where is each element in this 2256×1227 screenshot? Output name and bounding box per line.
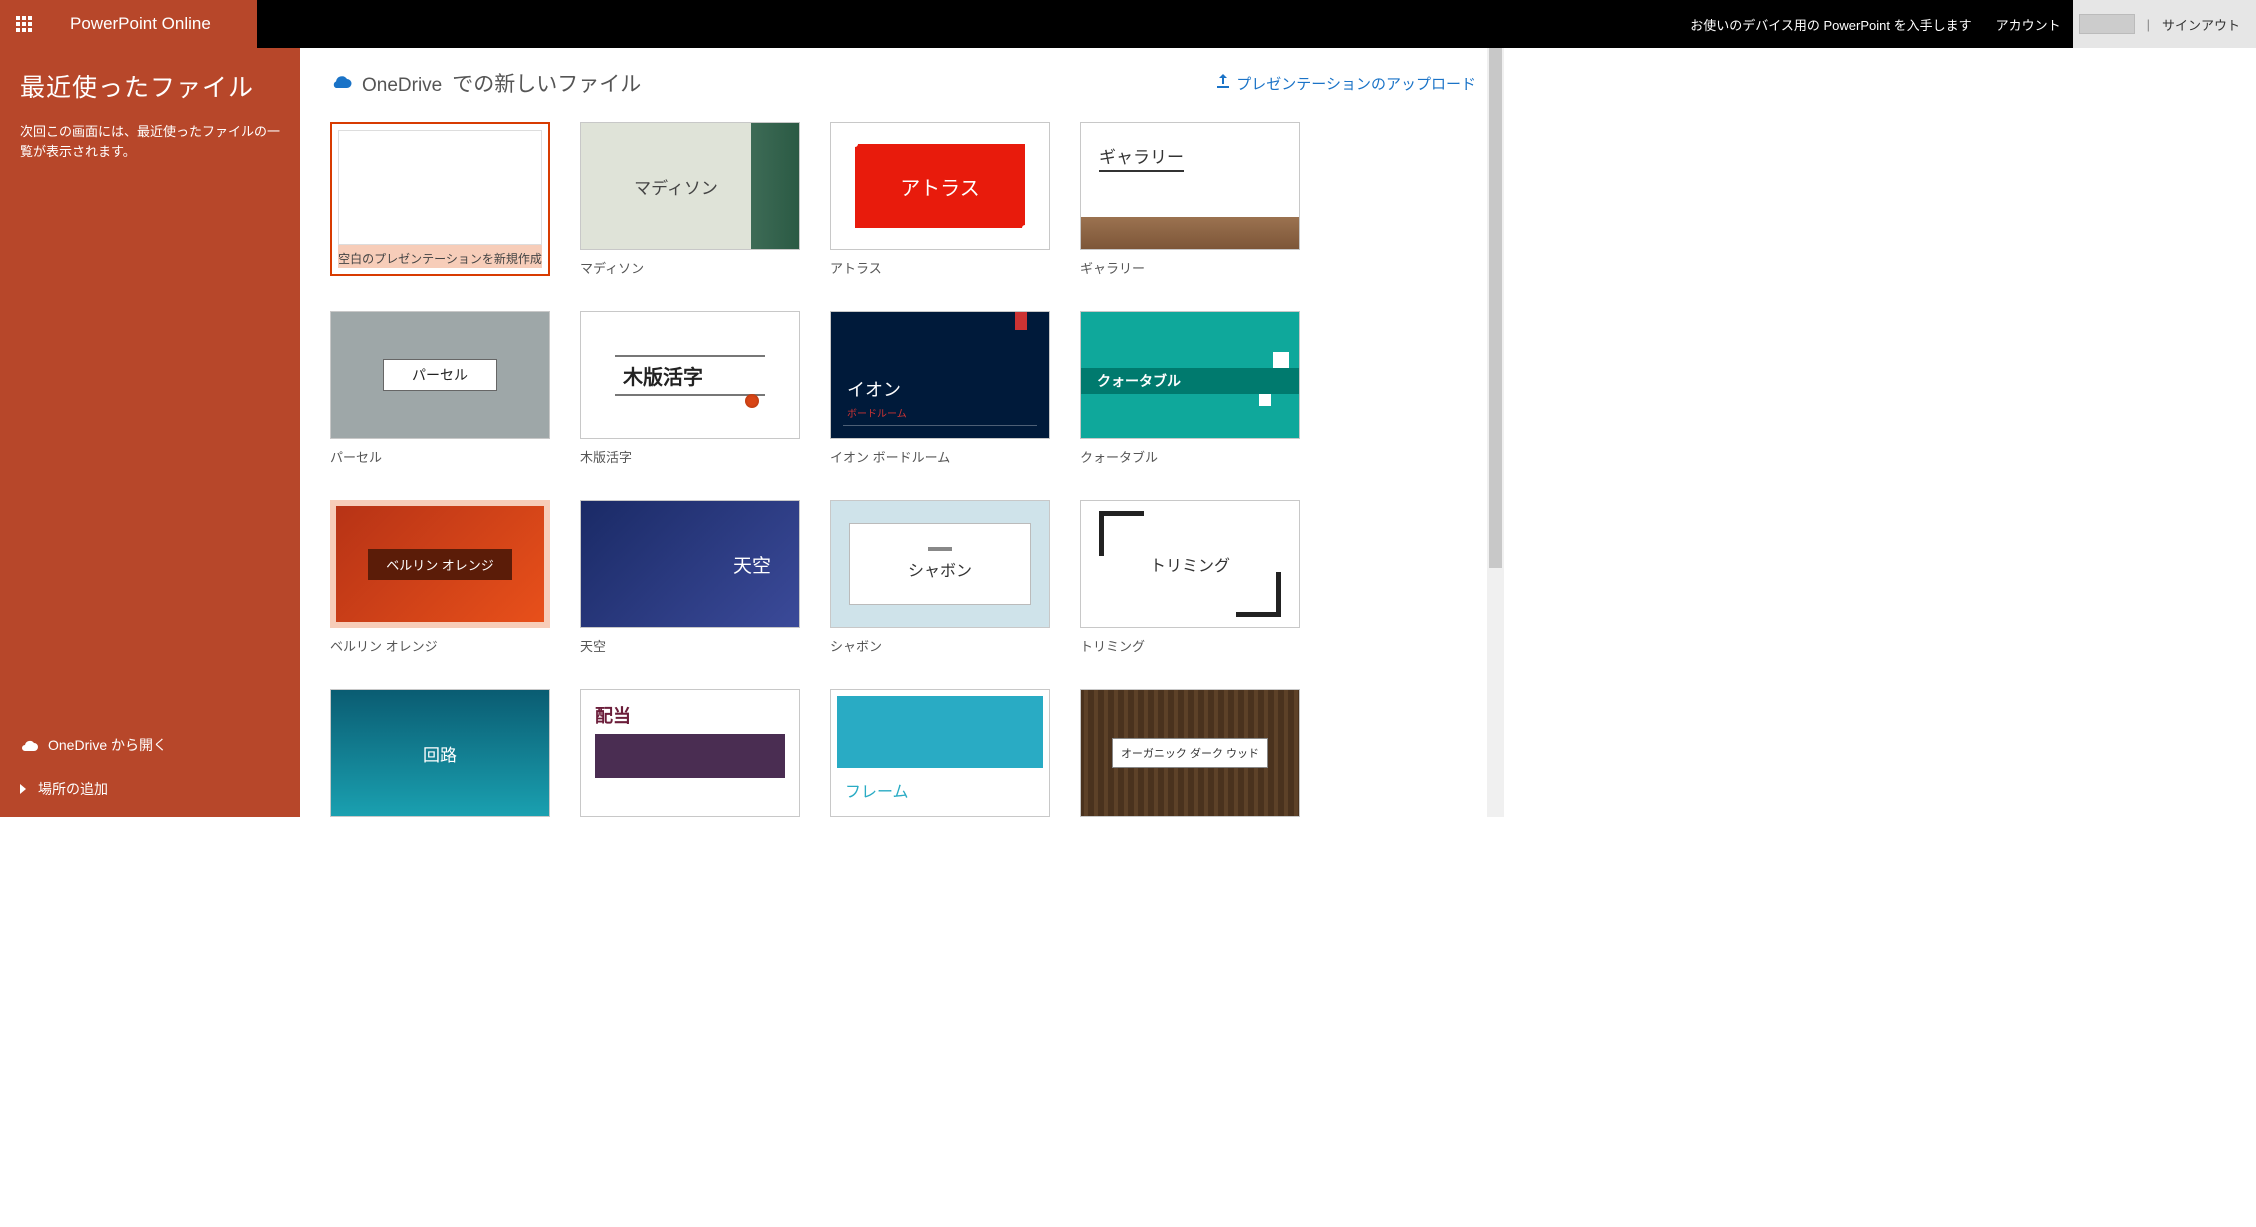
template-crop[interactable]: トリミング トリミング: [1080, 500, 1300, 655]
waffle-icon: [16, 16, 32, 32]
thumb-text: イオン: [847, 376, 901, 402]
topbar-right: お使いのデバイス用の PowerPoint を入手します アカウント | サイン…: [1678, 0, 2256, 48]
thumb-text: パーセル: [383, 359, 497, 391]
template-label: ギャラリー: [1080, 250, 1300, 277]
user-name-placeholder: [2079, 14, 2135, 34]
add-place-button[interactable]: 場所の追加: [0, 767, 300, 811]
separator: |: [2147, 17, 2150, 32]
thumb-text: 回路: [423, 741, 457, 766]
template-atlas[interactable]: アトラス アトラス: [830, 122, 1050, 277]
template-berlin[interactable]: ベルリン オレンジ ベルリン オレンジ: [330, 500, 550, 655]
open-from-onedrive-label: OneDrive から開く: [48, 735, 167, 755]
template-label: クォータブル: [1080, 439, 1300, 466]
sidebar-bottom: OneDrive から開く 場所の追加: [0, 723, 300, 817]
sidebar: 最近使ったファイル 次回この画面には、最近使ったファイルの一覧が表示されます。 …: [0, 0, 300, 817]
template-label: トリミング: [1080, 628, 1300, 655]
caret-right-icon: [20, 784, 28, 794]
scrollbar-thumb[interactable]: [1489, 48, 1502, 568]
thumb-text: トリミング: [1150, 552, 1230, 576]
template-parcel[interactable]: パーセル パーセル: [330, 311, 550, 466]
onedrive-icon: [330, 74, 352, 93]
sidebar-heading: 最近使ったファイル: [0, 48, 300, 116]
template-label: 木版活字: [580, 439, 800, 466]
app-launcher-button[interactable]: [0, 0, 48, 48]
template-soap[interactable]: シャボン シャボン: [830, 500, 1050, 655]
template-label: シャボン: [830, 628, 1050, 655]
thumb-text: ギャラリー: [1099, 148, 1184, 172]
thumb-text: ベルリン オレンジ: [368, 549, 512, 580]
template-label: ベルリン オレンジ: [330, 628, 550, 655]
template-label: 空白のプレゼンテーションを新規作成: [338, 245, 542, 268]
app-title: PowerPoint Online: [70, 14, 211, 34]
onedrive-label: OneDrive: [362, 75, 442, 97]
main-header: OneDrive での新しいファイル プレゼンテーションのアップロード: [330, 68, 1476, 98]
template-blank[interactable]: 空白のプレゼンテーションを新規作成: [330, 122, 550, 277]
topbar: PowerPoint Online お使いのデバイス用の PowerPoint …: [0, 0, 2256, 48]
template-label: 天空: [580, 628, 800, 655]
main-header-left: OneDrive での新しいファイル: [330, 68, 641, 98]
thumb-text: 配当: [595, 702, 785, 728]
cloud-icon: [20, 739, 38, 751]
thumb-text: フレーム: [831, 768, 1049, 816]
thumb-text: シャボン: [908, 557, 972, 581]
get-desktop-link[interactable]: お使いのデバイス用の PowerPoint を入手します: [1678, 0, 1983, 48]
template-sky[interactable]: 天空 天空: [580, 500, 800, 655]
upload-presentation-button[interactable]: プレゼンテーションのアップロード: [1216, 73, 1476, 94]
template-wood[interactable]: オーガニック ダーク ウッド オーガニック ダーク ウッド: [1080, 689, 1300, 817]
template-madison[interactable]: マディソン マディソン: [580, 122, 800, 277]
signout-link[interactable]: サインアウト: [2162, 15, 2250, 34]
template-grid: 空白のプレゼンテーションを新規作成 マディソン マディソン アトラス アトラス …: [330, 122, 1476, 817]
upload-icon: [1216, 74, 1230, 92]
topbar-left: PowerPoint Online: [0, 0, 257, 48]
thumb-text: 木版活字: [623, 367, 703, 389]
thumb-text: アトラス: [900, 172, 980, 201]
root: 最近使ったファイル 次回この画面には、最近使ったファイルの一覧が表示されます。 …: [0, 0, 1504, 817]
account-link[interactable]: アカウント: [1984, 0, 2073, 48]
thumb-subtext: ボードルーム: [847, 405, 907, 420]
template-woodtype[interactable]: 木版活字 木版活字: [580, 311, 800, 466]
template-label: パーセル: [330, 439, 550, 466]
thumb-text: オーガニック ダーク ウッド: [1112, 738, 1268, 768]
template-gallery[interactable]: ギャラリー ギャラリー: [1080, 122, 1300, 277]
new-file-label: での新しいファイル: [452, 68, 641, 98]
template-dividend[interactable]: 配当 配当: [580, 689, 800, 817]
thumb-text: 天空: [733, 551, 771, 578]
template-quotable[interactable]: クォータブル クォータブル: [1080, 311, 1300, 466]
app-title-wrap: PowerPoint Online: [48, 0, 257, 48]
main-scroll[interactable]: OneDrive での新しいファイル プレゼンテーションのアップロード 空白のプ…: [300, 48, 1504, 817]
template-label: イオン ボードルーム: [830, 439, 1050, 466]
open-from-onedrive-button[interactable]: OneDrive から開く: [0, 723, 300, 767]
thumb-text: クォータブル: [1081, 368, 1299, 394]
template-ion[interactable]: イオンボードルーム イオン ボードルーム: [830, 311, 1050, 466]
template-label: アトラス: [830, 250, 1050, 277]
template-circuit[interactable]: 回路 回路: [330, 689, 550, 817]
add-place-label: 場所の追加: [38, 779, 108, 799]
template-label: マディソン: [580, 250, 800, 277]
upload-label: プレゼンテーションのアップロード: [1236, 73, 1476, 94]
scrollbar[interactable]: [1487, 48, 1504, 817]
sidebar-subtext: 次回この画面には、最近使ったファイルの一覧が表示されます。: [0, 116, 300, 168]
main: OneDrive での新しいファイル プレゼンテーションのアップロード 空白のプ…: [300, 0, 1504, 817]
template-frame[interactable]: フレーム フレーム: [830, 689, 1050, 817]
thumb-text: マディソン: [634, 174, 718, 199]
user-area: | サインアウト: [2073, 0, 2256, 48]
